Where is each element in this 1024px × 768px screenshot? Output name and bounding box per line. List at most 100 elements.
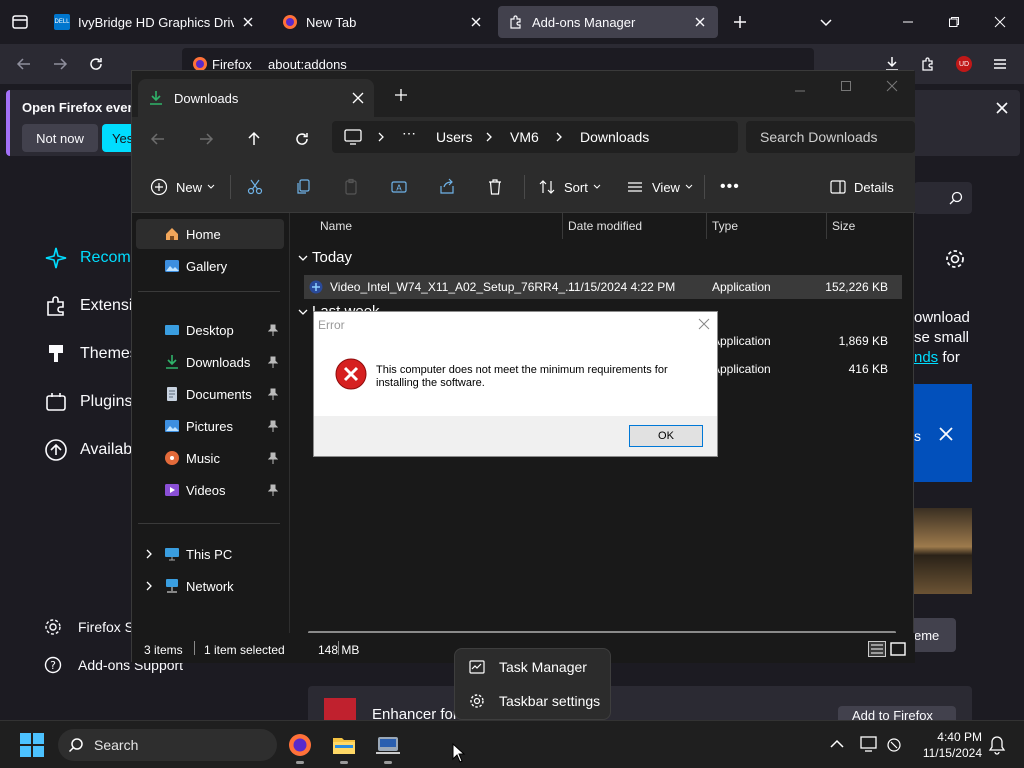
close-icon[interactable]: [468, 14, 484, 30]
details-view-icon[interactable]: [868, 641, 886, 657]
breadcrumb-vm6[interactable]: VM6: [510, 129, 539, 145]
nav-item-this-pc[interactable]: This PC: [136, 539, 284, 569]
cut-button[interactable]: [246, 173, 264, 201]
taskbar-search-box[interactable]: Search: [58, 729, 277, 761]
category-extensions[interactable]: Extensio: [44, 294, 141, 318]
column-header-name[interactable]: Name: [320, 219, 352, 233]
rename-button[interactable]: A: [390, 173, 408, 201]
back-icon[interactable]: [150, 131, 166, 147]
ok-button[interactable]: OK: [629, 425, 703, 447]
paste-button[interactable]: [342, 173, 360, 201]
pin-icon[interactable]: [268, 484, 278, 496]
network-status-icon[interactable]: [860, 735, 880, 753]
taskbar-app-installer[interactable]: [372, 729, 404, 764]
close-icon[interactable]: [994, 100, 1010, 116]
forward-icon[interactable]: [48, 52, 72, 76]
close-icon[interactable]: [352, 92, 364, 104]
pin-icon[interactable]: [268, 324, 278, 336]
close-window-icon[interactable]: [886, 80, 898, 92]
pin-icon[interactable]: [268, 356, 278, 368]
breadcrumb-downloads[interactable]: Downloads: [580, 129, 649, 145]
breadcrumb-users[interactable]: Users: [436, 129, 473, 145]
search-downloads-input[interactable]: Search Downloads: [746, 121, 915, 153]
task-manager-menu-item[interactable]: Task Manager: [461, 651, 605, 683]
column-separator[interactable]: [826, 213, 827, 239]
chevron-down-icon[interactable]: [814, 10, 838, 34]
table-row[interactable]: Video_Intel_W74_X11_A02_Setup_76RR4_... …: [304, 275, 902, 299]
close-icon[interactable]: [938, 426, 954, 442]
more-options-icon[interactable]: •••: [720, 173, 740, 201]
column-separator[interactable]: [562, 213, 563, 239]
maximize-icon[interactable]: [840, 80, 852, 92]
nav-item-gallery[interactable]: Gallery: [136, 251, 284, 281]
address-bar[interactable]: ⋯ Users VM6 Downloads: [332, 121, 738, 153]
pin-icon[interactable]: [268, 388, 278, 400]
delete-button[interactable]: [486, 173, 504, 201]
notification-bell-icon[interactable]: [988, 735, 1006, 755]
view-button[interactable]: View: [626, 173, 693, 201]
new-button[interactable]: New: [150, 173, 215, 201]
column-header-size[interactable]: Size: [832, 219, 855, 233]
taskbar-app-firefox[interactable]: [284, 729, 316, 764]
extensions-puzzle-icon[interactable]: [916, 52, 940, 76]
category-available-updates[interactable]: Availab: [44, 438, 132, 462]
tab-addons-manager[interactable]: Add-ons Manager: [498, 6, 718, 38]
taskbar-settings-menu-item[interactable]: Taskbar settings: [461, 685, 605, 717]
close-icon[interactable]: [698, 318, 710, 330]
close-icon[interactable]: [692, 14, 708, 30]
windows-start-icon[interactable]: [20, 733, 44, 757]
tab-dell-driver[interactable]: DELL IvyBridge HD Graphics Driver | Dell: [44, 6, 266, 38]
nav-item-network[interactable]: Network: [136, 571, 284, 601]
forward-icon[interactable]: [198, 131, 214, 147]
share-button[interactable]: [438, 173, 456, 201]
refresh-icon[interactable]: [294, 131, 310, 147]
up-arrow-icon[interactable]: [246, 131, 262, 147]
explorer-tab-downloads[interactable]: Downloads: [138, 79, 374, 117]
nav-item-documents[interactable]: Documents: [136, 379, 284, 409]
nav-item-desktop[interactable]: Desktop: [136, 315, 284, 345]
hamburger-menu-icon[interactable]: [988, 52, 1012, 76]
firefox-settings-link[interactable]: Firefox S: [44, 618, 134, 636]
chevron-right-icon[interactable]: [554, 132, 564, 142]
reload-icon[interactable]: [84, 52, 108, 76]
enable-theme-button[interactable]: eme: [914, 618, 956, 652]
group-header-today[interactable]: Today: [298, 249, 352, 266]
chevron-up-icon[interactable]: [830, 739, 844, 749]
pin-icon[interactable]: [268, 452, 278, 464]
chevron-right-icon[interactable]: [144, 581, 154, 591]
category-themes[interactable]: Themes: [44, 342, 138, 366]
copy-button[interactable]: [294, 173, 312, 201]
restore-icon[interactable]: [942, 10, 966, 34]
ublock-icon[interactable]: UD: [952, 52, 976, 76]
list-all-tabs-icon[interactable]: [8, 10, 32, 34]
taskbar-clock[interactable]: 4:40 PM 11/15/2024: [916, 729, 982, 761]
nav-item-downloads[interactable]: Downloads: [136, 347, 284, 377]
ellipsis-icon[interactable]: ⋯: [402, 125, 416, 142]
column-separator[interactable]: [706, 213, 707, 239]
new-tab-plus-icon[interactable]: [394, 88, 408, 102]
sort-button[interactable]: Sort: [538, 173, 601, 201]
pin-icon[interactable]: [268, 420, 278, 432]
nav-item-home[interactable]: Home: [136, 219, 284, 249]
new-tab-plus-icon[interactable]: [728, 10, 752, 34]
close-window-icon[interactable]: [988, 10, 1012, 34]
chevron-right-icon[interactable]: [376, 132, 386, 142]
category-plugins[interactable]: Plugins: [44, 390, 132, 414]
volume-muted-icon[interactable]: [886, 737, 902, 753]
gear-icon[interactable]: [944, 248, 966, 270]
taskbar-app-file-explorer[interactable]: [328, 729, 360, 764]
nav-item-music[interactable]: Music: [136, 443, 284, 473]
nav-item-pictures[interactable]: Pictures: [136, 411, 284, 441]
column-header-date[interactable]: Date modified: [568, 219, 642, 233]
column-header-type[interactable]: Type: [712, 219, 738, 233]
add-to-firefox-button[interactable]: Add to Firefox: [838, 706, 956, 720]
nav-item-videos[interactable]: Videos: [136, 475, 284, 505]
right-text-link[interactable]: nds: [914, 349, 938, 366]
not-now-button[interactable]: Not now: [22, 124, 98, 152]
tab-new-tab[interactable]: New Tab: [272, 6, 494, 38]
minimize-icon[interactable]: [794, 85, 806, 97]
chevron-right-icon[interactable]: [144, 549, 154, 559]
category-recommendations[interactable]: Recomm: [44, 246, 144, 270]
back-icon[interactable]: [12, 52, 36, 76]
minimize-icon[interactable]: [896, 10, 920, 34]
